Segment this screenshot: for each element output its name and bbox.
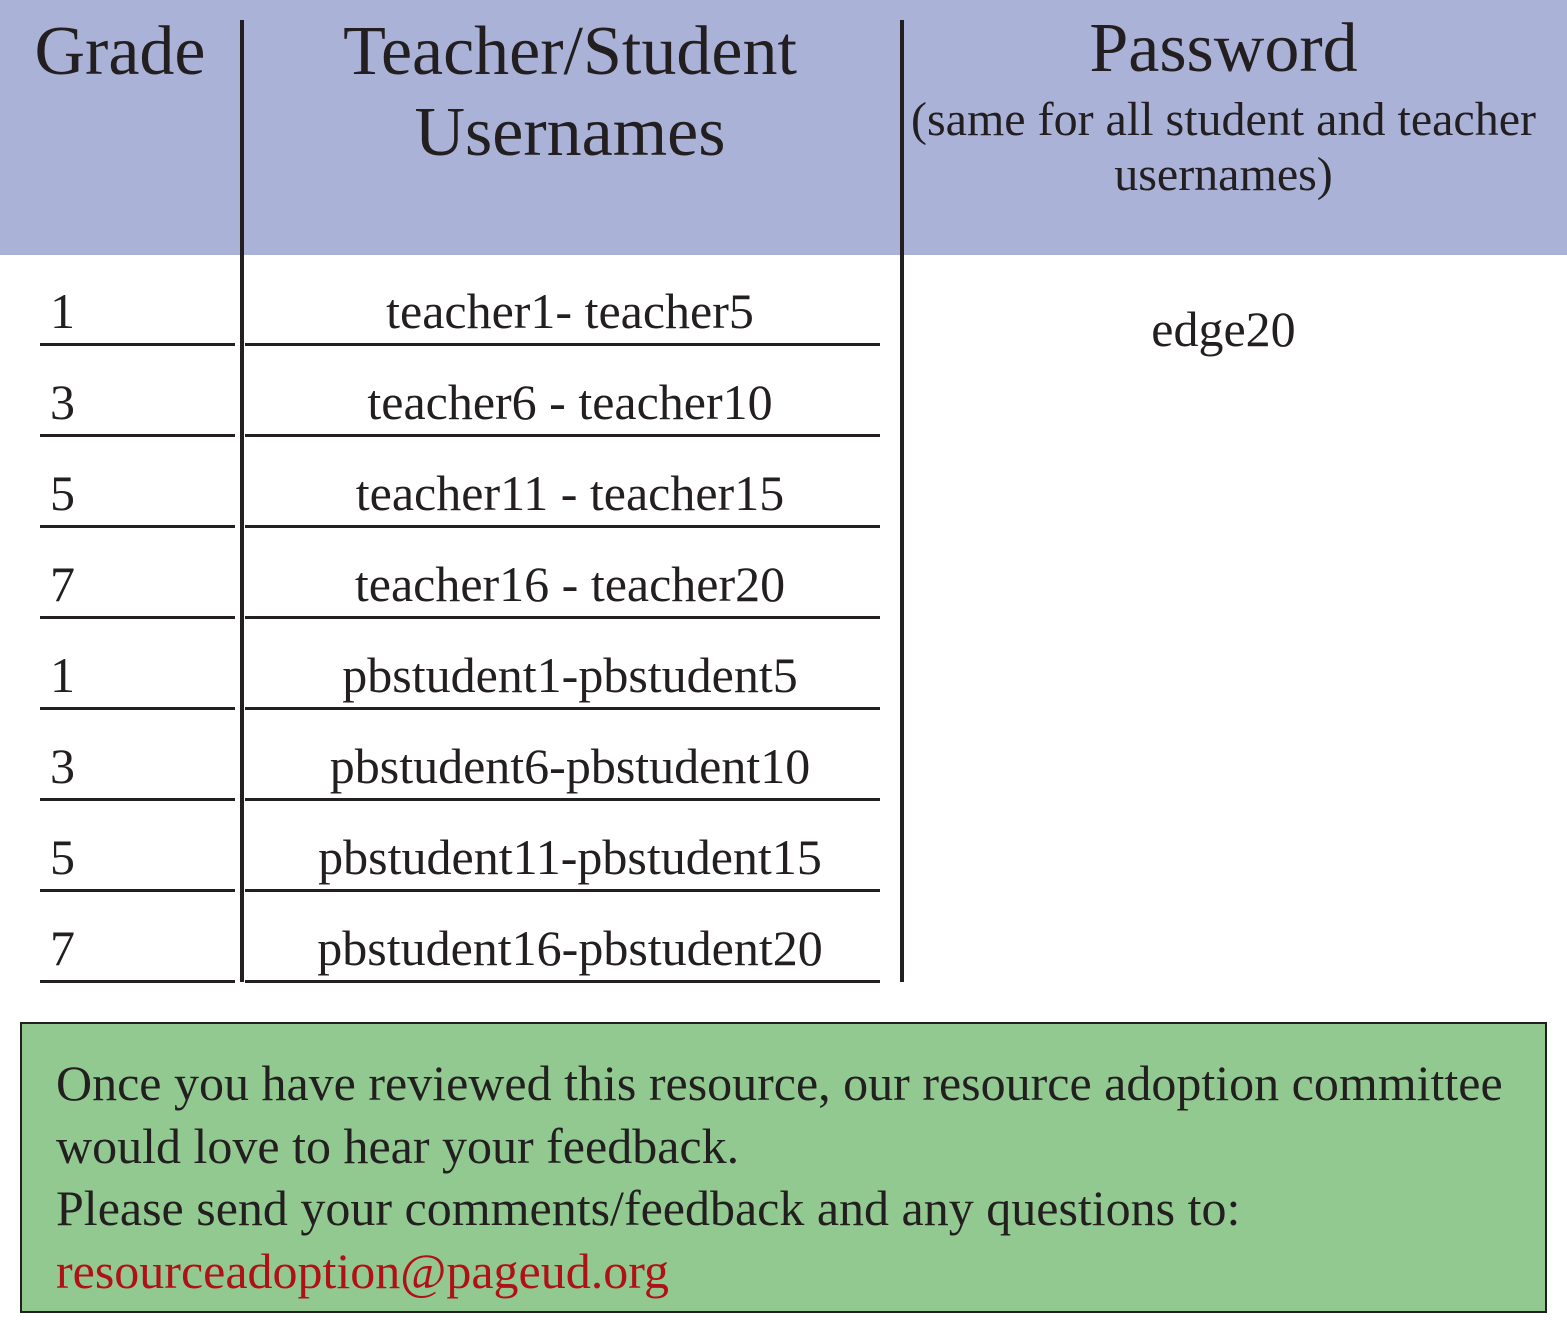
table-row: 5 pbstudent11-pbstudent15 xyxy=(0,801,900,892)
cell-usernames: teacher11 - teacher15 xyxy=(240,464,900,522)
row-underline xyxy=(40,980,235,983)
feedback-email: resourceadoption@pageud.org xyxy=(56,1243,669,1299)
cell-grade: 1 xyxy=(50,282,200,340)
feedback-text-line1: Once you have reviewed this resource, ou… xyxy=(56,1055,1503,1174)
cell-usernames: pbstudent11-pbstudent15 xyxy=(240,828,900,886)
password-value: edge20 xyxy=(900,300,1547,358)
cell-usernames: teacher6 - teacher10 xyxy=(240,373,900,431)
cell-usernames: pbstudent6-pbstudent10 xyxy=(240,737,900,795)
cell-grade: 1 xyxy=(50,646,200,704)
cell-grade: 5 xyxy=(50,464,200,522)
table-row: 7 pbstudent16-pbstudent20 xyxy=(0,892,900,983)
cell-usernames: pbstudent16-pbstudent20 xyxy=(240,919,900,977)
feedback-text-line2: Please send your comments/feedback and a… xyxy=(56,1180,1240,1236)
table-row: 3 pbstudent6-pbstudent10 xyxy=(0,710,900,801)
cell-grade: 3 xyxy=(50,737,200,795)
password-subtitle: (same for all student and teacher userna… xyxy=(900,92,1547,202)
cell-usernames: pbstudent1-pbstudent5 xyxy=(240,646,900,704)
cell-grade: 7 xyxy=(50,919,200,977)
column-header-password: Password (same for all student and teach… xyxy=(900,12,1547,202)
table-body: 1 teacher1- teacher5 3 teacher6 - teache… xyxy=(0,255,900,983)
column-header-usernames: Teacher/StudentUsernames xyxy=(240,12,900,173)
table-row: 7 teacher16 - teacher20 xyxy=(0,528,900,619)
table-row: 1 teacher1- teacher5 xyxy=(0,255,900,346)
password-title: Password xyxy=(900,12,1547,86)
column-divider-2 xyxy=(900,20,904,982)
credentials-sheet: Grade Teacher/StudentUsernames Password … xyxy=(0,0,1567,1333)
feedback-note: Once you have reviewed this resource, ou… xyxy=(20,1022,1547,1313)
column-header-grade: Grade xyxy=(0,12,240,92)
cell-usernames: teacher16 - teacher20 xyxy=(240,555,900,613)
row-underline xyxy=(245,980,880,983)
table-row: 5 teacher11 - teacher15 xyxy=(0,437,900,528)
table-row: 1 pbstudent1-pbstudent5 xyxy=(0,619,900,710)
cell-grade: 3 xyxy=(50,373,200,431)
table-row: 3 teacher6 - teacher10 xyxy=(0,346,900,437)
cell-usernames: teacher1- teacher5 xyxy=(240,282,900,340)
cell-grade: 7 xyxy=(50,555,200,613)
cell-grade: 5 xyxy=(50,828,200,886)
